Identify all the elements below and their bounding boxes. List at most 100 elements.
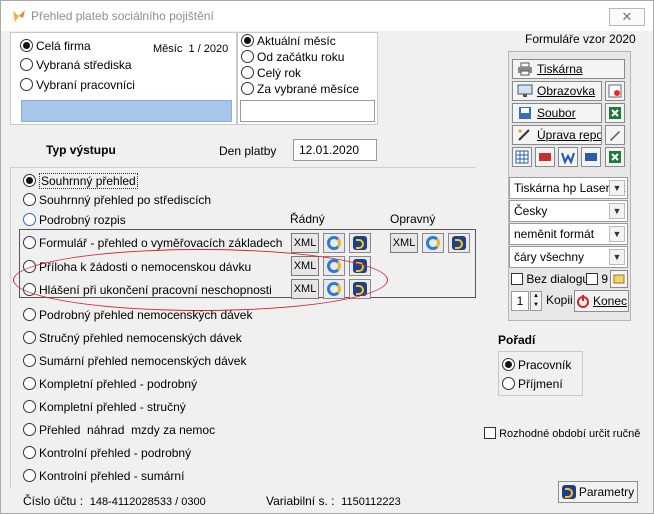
output-podrobny-nemocenske[interactable]: Podrobný přehled nemocenských dávek	[23, 308, 252, 322]
period-option-cely-rok[interactable]: Celý rok	[241, 66, 301, 80]
chevron-down-icon: ▼	[609, 203, 625, 219]
radio-icon	[23, 469, 36, 482]
radio-icon	[23, 236, 36, 249]
printer-icon	[518, 62, 532, 76]
form-title: Formuláře vzor 2020	[525, 32, 636, 46]
d-logo-icon	[561, 485, 576, 499]
rozhodne-obdobi-checkbox[interactable]: Rozhodné období určit ručně	[484, 427, 640, 440]
scope-selection-field[interactable]	[21, 100, 232, 122]
window-title: Přehled plateb sociálního pojištění	[31, 9, 214, 23]
radio-icon	[23, 213, 36, 226]
word-export-button[interactable]	[558, 147, 578, 167]
radio-icon	[502, 358, 515, 371]
preview-export-button[interactable]	[605, 81, 625, 101]
pdf-export-button[interactable]	[535, 147, 555, 167]
output-souhrnny-strediska[interactable]: Souhrnný přehled po střediscích	[23, 193, 211, 207]
output-prehled-nahrad[interactable]: Přehled náhrad mzdy za nemoc	[23, 423, 215, 437]
language-select[interactable]: Česky ▼	[509, 200, 628, 222]
radio-icon	[23, 354, 36, 367]
radny-column-label: Řádný	[290, 212, 325, 226]
power-icon	[576, 295, 589, 308]
formular-radny-xml-button[interactable]: XML	[291, 233, 319, 253]
output-kompletni-strucny[interactable]: Kompletní přehled - stručný	[23, 400, 186, 414]
formular-opravny-ie-button[interactable]	[422, 233, 444, 253]
bez-dialogu-checkbox[interactable]: Bez dialogu	[511, 272, 589, 286]
output-kontrolni-podrobny[interactable]: Kontrolní přehled - podrobný	[23, 446, 191, 460]
close-button[interactable]: ✕	[609, 8, 645, 26]
copies-count-checkbox[interactable]: 9	[586, 272, 608, 286]
output-formular[interactable]: Formulář - přehled o vyměřovacích základ…	[23, 236, 282, 250]
uprava-reportu-button[interactable]: Úprava reportu	[512, 125, 602, 145]
radio-icon	[23, 423, 36, 436]
scope-option-pracovnici[interactable]: Vybraní pracovníci	[20, 78, 135, 92]
chevron-down-icon: ▼	[609, 226, 625, 242]
output-podrobny-rozpis[interactable]: Podrobný rozpis	[23, 213, 126, 227]
radio-icon	[20, 78, 33, 91]
excel-export-button[interactable]	[605, 103, 625, 123]
html-icon	[585, 153, 597, 161]
poradi-title: Pořadí	[498, 333, 536, 347]
copies-spinner[interactable]: ▲ ▼	[530, 291, 542, 311]
highlight-ellipse	[13, 249, 388, 311]
radio-icon	[23, 400, 36, 413]
output-strucny-nemocenske[interactable]: Stručný přehled nemocenských dávek	[23, 331, 242, 345]
formular-radny-ie-button[interactable]	[323, 233, 345, 253]
copies-input[interactable]: 1	[511, 291, 529, 311]
obrazovka-button[interactable]: Obrazovka	[512, 81, 602, 101]
radio-icon	[241, 82, 254, 95]
design-tool-button[interactable]	[605, 125, 625, 145]
radio-icon	[23, 174, 36, 187]
parametry-button[interactable]: Parametry	[558, 481, 638, 503]
chevron-down-icon: ▼	[609, 180, 625, 196]
ie-icon	[327, 236, 341, 250]
radio-icon	[23, 446, 36, 459]
edit-report-icon	[518, 129, 530, 141]
formular-radny-d-button[interactable]	[349, 233, 371, 253]
pen-tool-icon	[610, 131, 620, 141]
poradi-option-prijmeni[interactable]: Příjmení	[502, 377, 563, 391]
excel-icon	[609, 151, 621, 163]
file-icon	[519, 107, 531, 119]
output-kontrolni-sumarni[interactable]: Kontrolní přehled - sumární	[23, 469, 184, 483]
vs-display: Variabilní s. : 1150112223	[266, 494, 401, 508]
month-display: Měsíc 1 / 2020	[153, 43, 229, 55]
period-option-vybrane[interactable]: Za vybrané měsíce	[241, 82, 359, 96]
radio-icon	[241, 50, 254, 63]
excel2-export-button[interactable]	[605, 147, 625, 167]
d-logo-icon	[452, 236, 466, 250]
radio-icon	[241, 34, 254, 47]
scope-option-strediska[interactable]: Vybraná střediska	[20, 58, 132, 72]
preview-export-icon	[608, 84, 622, 98]
formular-opravny-d-button[interactable]	[448, 233, 470, 253]
den-platby-field[interactable]: 12.01.2020	[293, 139, 377, 161]
radio-icon	[23, 377, 36, 390]
soubor-button[interactable]: Soubor	[512, 103, 602, 123]
output-kompletni-podrobny[interactable]: Kompletní přehled - podrobný	[23, 377, 197, 391]
calc-export-button[interactable]	[512, 147, 532, 167]
calc-icon	[515, 150, 529, 164]
output-souhrnny[interactable]: Souhrnný přehled	[23, 173, 138, 189]
tiskarna-button[interactable]: Tiskárna	[512, 59, 625, 79]
radio-icon	[23, 308, 36, 321]
pdf-icon	[539, 153, 551, 161]
kopii-label: Kopii	[546, 293, 573, 307]
period-months-field[interactable]	[240, 100, 375, 122]
printer-select[interactable]: Tiskárna hp LaserJet ▼	[509, 177, 628, 199]
radio-icon	[23, 331, 36, 344]
poradi-option-pracovnik[interactable]: Pracovník	[502, 358, 571, 372]
format-select[interactable]: neměnit formát ▼	[509, 223, 628, 245]
formular-opravny-xml-button[interactable]: XML	[390, 233, 418, 253]
lines-select[interactable]: čáry všechny ▼	[509, 246, 628, 268]
period-option-od-zacatku[interactable]: Od začátku roku	[241, 50, 344, 64]
konec-button[interactable]: Konec	[574, 290, 629, 312]
word-icon	[561, 152, 575, 164]
den-platby-label: Den platby	[219, 144, 277, 158]
typ-vystupu-label: Typ výstupu	[46, 143, 116, 157]
html-export-button[interactable]	[581, 147, 601, 167]
period-option-aktualni[interactable]: Aktuální měsíc	[241, 34, 336, 48]
radio-icon	[20, 39, 33, 52]
scope-option-firma[interactable]: Celá firma	[20, 39, 91, 53]
checkbox-icon	[511, 273, 523, 285]
output-sumarni-nemocenske[interactable]: Sumární přehled nemocenských dávek	[23, 354, 246, 368]
copies-settings-button[interactable]	[610, 270, 628, 288]
